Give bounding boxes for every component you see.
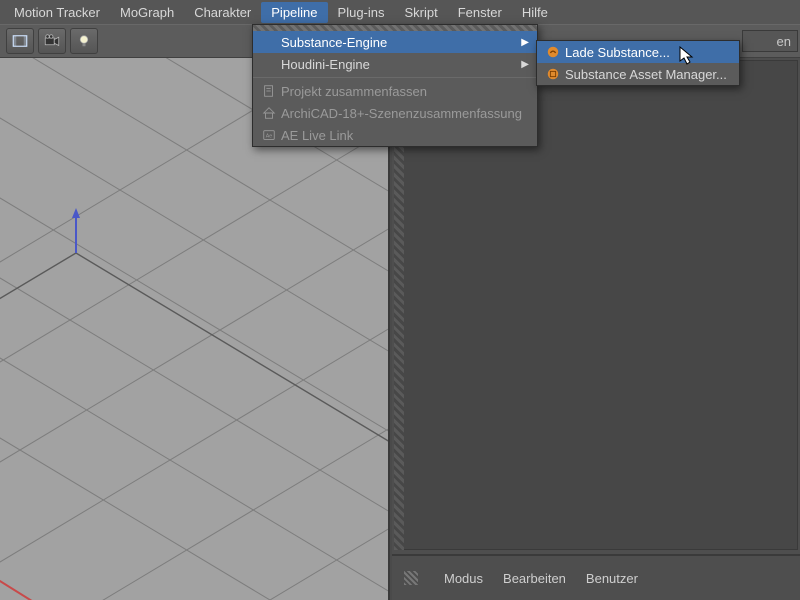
submenu-item-label: Substance Asset Manager... <box>563 67 731 82</box>
menu-mograph[interactable]: MoGraph <box>110 2 184 23</box>
pipeline-dropdown: Substance-Engine ▶ Houdini-Engine ▶ Proj… <box>252 24 538 147</box>
substance-submenu: Lade Substance... Substance Asset Manage… <box>536 40 740 86</box>
camera-icon[interactable] <box>38 28 66 54</box>
menu-item-label: AE Live Link <box>279 128 529 143</box>
menubar: Motion Tracker MoGraph Charakter Pipelin… <box>0 0 800 24</box>
film-icon[interactable] <box>6 28 34 54</box>
edit-menu[interactable]: Bearbeiten <box>503 571 566 586</box>
layout-badge[interactable]: en <box>742 30 798 52</box>
menu-archicad[interactable]: ArchiCAD-18+-Szenenzusammenfassung <box>253 102 537 124</box>
menu-substance-engine[interactable]: Substance-Engine ▶ <box>253 31 537 53</box>
arch-icon <box>259 106 279 120</box>
substance-orange-icon <box>543 67 563 81</box>
drag-handle-icon[interactable] <box>404 571 418 585</box>
menu-item-label: Substance-Engine <box>279 35 521 50</box>
doc-icon <box>259 84 279 98</box>
submenu-item-label: Lade Substance... <box>563 45 731 60</box>
menu-item-label: ArchiCAD-18+-Szenenzusammenfassung <box>279 106 529 121</box>
menu-motion-tracker[interactable]: Motion Tracker <box>4 2 110 23</box>
separator <box>253 77 537 78</box>
menu-ae-live-link[interactable]: Ae AE Live Link <box>253 124 537 146</box>
user-menu[interactable]: Benutzer <box>586 571 638 586</box>
chevron-right-icon: ▶ <box>521 59 529 70</box>
menu-item-label: Houdini-Engine <box>279 57 521 72</box>
submenu-asset-manager[interactable]: Substance Asset Manager... <box>537 63 739 85</box>
menu-hilfe[interactable]: Hilfe <box>512 2 558 23</box>
ae-icon: Ae <box>259 128 279 142</box>
svg-text:Ae: Ae <box>266 134 273 140</box>
menu-item-label: Projekt zusammenfassen <box>279 84 529 99</box>
menu-pipeline[interactable]: Pipeline <box>261 2 327 23</box>
menu-skript[interactable]: Skript <box>395 2 448 23</box>
chevron-right-icon: ▶ <box>521 37 529 48</box>
mode-menu[interactable]: Modus <box>444 571 483 586</box>
layout-badge-text: en <box>777 34 791 49</box>
menu-houdini-engine[interactable]: Houdini-Engine ▶ <box>253 53 537 75</box>
attribute-bar: Modus Bearbeiten Benutzer <box>392 554 800 600</box>
menu-fenster[interactable]: Fenster <box>448 2 512 23</box>
bulb-icon[interactable] <box>70 28 98 54</box>
submenu-load-substance[interactable]: Lade Substance... <box>537 41 739 63</box>
substance-orange-icon <box>543 45 563 59</box>
menu-plugins[interactable]: Plug-ins <box>328 2 395 23</box>
menu-projekt-zusammenfassen[interactable]: Projekt zusammenfassen <box>253 80 537 102</box>
menu-charakter[interactable]: Charakter <box>184 2 261 23</box>
